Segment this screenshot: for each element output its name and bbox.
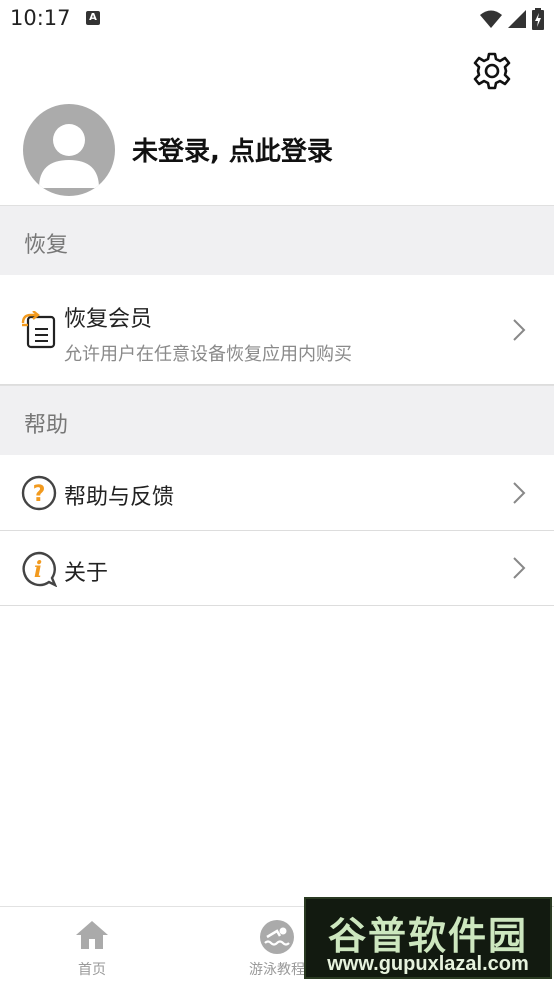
signal-icon: [508, 10, 526, 28]
section-header-help: 帮助: [0, 385, 554, 455]
status-bar: 10:17 A: [0, 0, 554, 38]
status-time: 10:17: [10, 6, 71, 30]
battery-icon: [532, 8, 544, 30]
home-icon: [76, 921, 108, 949]
restore-document-icon: [21, 311, 56, 349]
settings-gear-icon[interactable]: [472, 51, 512, 91]
watermark-overlay: 谷普软件园 www.gupuxlazal.com: [304, 897, 552, 979]
notification-icon: A: [86, 11, 100, 25]
watermark-title: 谷普软件园: [327, 914, 528, 958]
row-title: 关于: [64, 561, 109, 586]
svg-text:i: i: [34, 557, 42, 583]
nav-label: 首页: [78, 962, 106, 978]
swimming-icon: [260, 920, 294, 954]
chevron-right-icon: [513, 557, 526, 579]
row-subtitle: 允许用户在任意设备恢复应用内购买: [64, 344, 352, 365]
user-silhouette-icon: [39, 124, 99, 188]
info-bubble-icon: i: [22, 551, 57, 587]
chevron-right-icon: [513, 319, 526, 341]
row-title: 帮助与反馈: [64, 485, 175, 510]
svg-text:?: ?: [33, 482, 46, 507]
about-row[interactable]: i 关于: [0, 531, 554, 606]
wifi-icon: [480, 10, 502, 28]
chevron-right-icon: [513, 482, 526, 504]
row-title: 恢复会员: [64, 307, 153, 332]
status-icons: [480, 8, 544, 30]
watermark-url: www.gupuxlazal.com: [327, 953, 529, 975]
nav-home[interactable]: 首页: [32, 907, 152, 984]
avatar[interactable]: [23, 104, 115, 196]
restore-membership-row[interactable]: 恢复会员 允许用户在任意设备恢复应用内购买: [0, 275, 554, 385]
login-profile-row[interactable]: 未登录, 点此登录: [0, 100, 554, 205]
question-circle-icon: ?: [21, 475, 57, 511]
help-feedback-row[interactable]: ? 帮助与反馈: [0, 455, 554, 531]
login-prompt[interactable]: 未登录, 点此登录: [132, 131, 333, 168]
section-header-restore: 恢复: [0, 205, 554, 275]
